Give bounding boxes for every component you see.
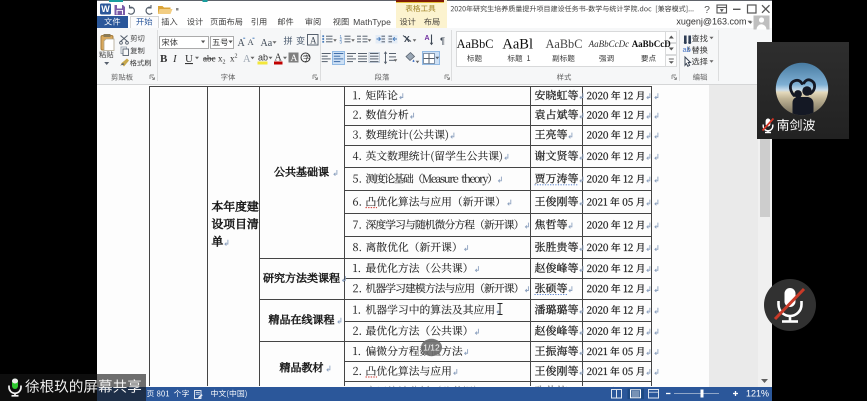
svg-text:U: U — [185, 53, 193, 65]
svg-text:121%: 121% — [746, 389, 769, 399]
svg-text:Aa: Aa — [261, 38, 273, 49]
svg-text:x2: x2 — [218, 54, 226, 66]
svg-text:字: 字 — [303, 54, 310, 63]
svg-text:abc: abc — [203, 54, 216, 64]
svg-text:ab: ab — [258, 53, 268, 63]
svg-text:¶: ¶ — [440, 36, 445, 47]
svg-text:x2: x2 — [230, 54, 238, 64]
svg-text:?: ? — [704, 4, 710, 16]
svg-text:I: I — [172, 53, 178, 65]
svg-text:A: A — [243, 54, 251, 65]
svg-text:3: 3 — [340, 40, 343, 45]
svg-text:W: W — [101, 4, 110, 14]
svg-text:A: A — [238, 38, 246, 49]
svg-text:ab: ab — [683, 45, 691, 54]
svg-text:A: A — [310, 36, 317, 46]
svg-text:B: B — [160, 53, 168, 65]
svg-text:A: A — [291, 54, 298, 64]
svg-text:A: A — [425, 35, 430, 42]
